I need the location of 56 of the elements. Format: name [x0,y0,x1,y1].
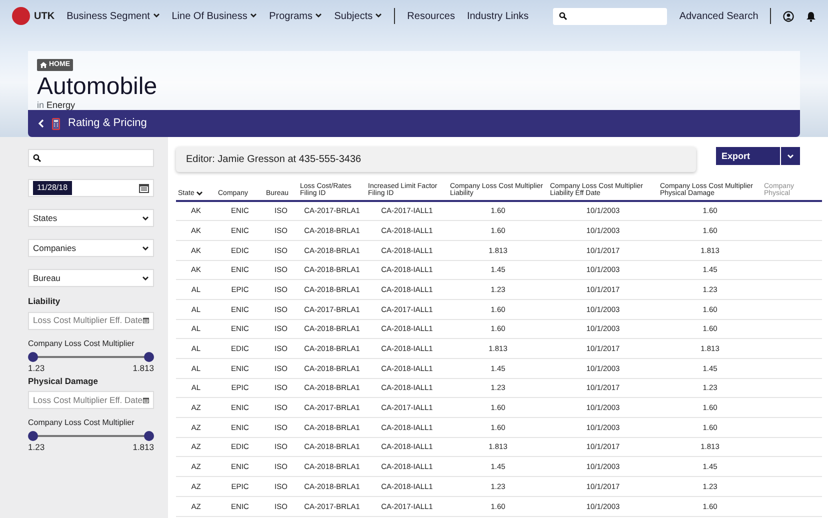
range-slider[interactable] [28,431,154,442]
filter-dropdown[interactable]: Companies [28,239,154,257]
editor-note: Editor: Jamie Gresson at 435-555-3436 [176,147,696,172]
calendar-icon [139,184,149,192]
search-field[interactable] [552,8,668,24]
slider-label: Company Loss Cost Multiplier [28,338,136,350]
range-min: 1.23 [28,362,45,374]
range-max: 1.813 [132,441,154,454]
user-icon[interactable] [783,10,794,22]
filter-dropdown[interactable]: Bureau [28,269,154,287]
date-field[interactable]: Loss Cost Multiplier Eff. Date [28,312,154,330]
slider-thumb[interactable] [144,431,154,442]
slider-thumb[interactable] [144,352,154,362]
page-title: Automobile [37,74,158,98]
export-button[interactable]: Export [716,147,800,165]
calculator-icon [52,118,60,130]
advanced-search-link[interactable]: Advanced Search [679,8,758,24]
nav-dropdown[interactable]: Programs [269,8,322,24]
range-slider[interactable] [28,352,154,362]
caret-icon [787,154,794,158]
caret-icon [196,190,204,196]
slider-label: Company Loss Cost Multiplier [28,417,136,430]
filter-dropdown[interactable]: States [28,209,154,227]
subtitle-prefix: in [37,100,44,110]
nav-link[interactable]: Resources [407,8,455,24]
caret-icon [142,216,149,220]
back-icon[interactable] [38,119,44,128]
caret-icon [375,13,382,18]
slider-thumb[interactable] [28,431,38,442]
nav-dropdown[interactable]: Line Of Business [172,8,258,24]
group-title: Liability [28,295,62,308]
caret-icon [250,13,258,18]
date-field[interactable]: Loss Cost Multiplier Eff. Date [28,391,154,410]
caret-icon [142,276,149,280]
logo-text[interactable]: UTK [34,8,55,24]
nav-dropdown[interactable]: Subjects [334,8,382,24]
search-icon [33,154,41,162]
section-title: Rating & Pricing [68,116,147,132]
calendar-icon [143,396,149,405]
range-min: 1.23 [28,441,45,454]
subtitle: Energy [46,100,76,110]
search-icon [558,12,567,20]
date-field[interactable]: 11/28/18 [28,179,154,197]
logo-icon [12,7,30,25]
nav-dropdown[interactable]: Business Segment [66,8,160,24]
nav-link[interactable]: Industry Links [466,8,529,24]
home-icon [40,62,47,68]
caret-icon [152,13,160,18]
caret-icon [315,13,322,18]
slider-thumb[interactable] [28,352,38,362]
calendar-icon [143,316,149,326]
range-max: 1.813 [132,362,154,374]
group-title: Physical Damage [28,374,99,388]
caret-icon [142,246,149,250]
search-field[interactable] [28,149,154,167]
bell-icon[interactable] [806,10,816,22]
